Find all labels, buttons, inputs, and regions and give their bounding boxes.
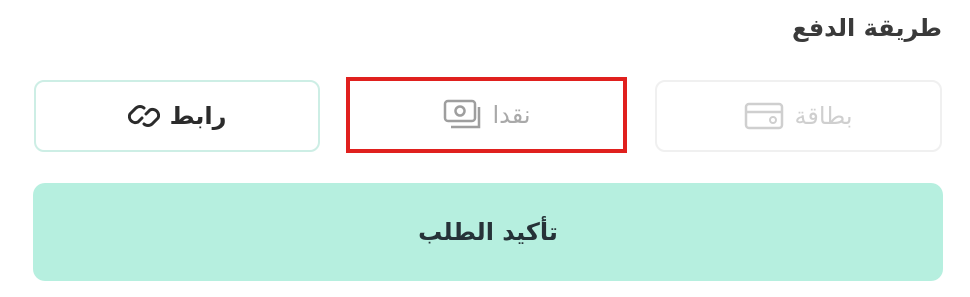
confirm-order-label: تأكيد الطلب bbox=[418, 218, 558, 246]
payment-option-card[interactable]: بطاقة bbox=[655, 80, 942, 152]
payment-panel: طريقة الدفع بطاقة نقدا رابط تأكيد الطلب bbox=[0, 0, 970, 297]
payment-option-cash-label: نقدا bbox=[492, 101, 531, 129]
payment-option-card-label: بطاقة bbox=[794, 102, 853, 130]
payment-option-cash[interactable]: نقدا bbox=[346, 77, 627, 153]
payment-method-title: طريقة الدفع bbox=[792, 14, 942, 42]
cash-icon bbox=[442, 98, 482, 132]
card-icon bbox=[744, 101, 784, 131]
link-icon bbox=[127, 98, 160, 134]
payment-option-link[interactable]: رابط bbox=[34, 80, 320, 152]
confirm-order-button[interactable]: تأكيد الطلب bbox=[33, 183, 943, 281]
payment-option-link-label: رابط bbox=[169, 102, 227, 130]
